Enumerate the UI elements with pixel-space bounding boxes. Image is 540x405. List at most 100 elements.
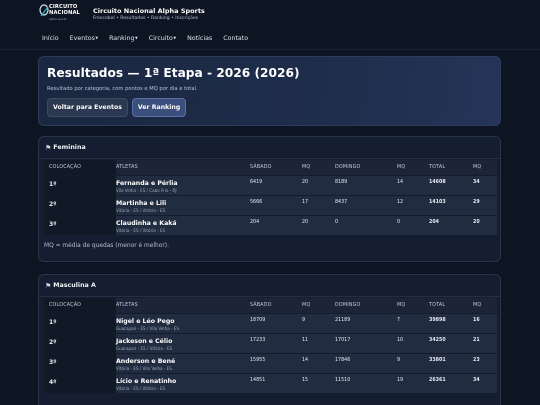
col-colocacao[interactable]: COLOCAÇÃO bbox=[44, 298, 116, 313]
team-name: Martinha e Lili bbox=[116, 199, 167, 207]
placement: 4º bbox=[44, 372, 116, 393]
team-location: Vitória - ES / Vitória - ES bbox=[116, 227, 166, 233]
nav-ranking[interactable]: Ranking▼ bbox=[109, 35, 138, 42]
category-feminina: ⚑ Feminina COLOCAÇÃO ATLETAS SÁBADO MQ D… bbox=[38, 136, 501, 262]
nav-circuito-label: Circuito bbox=[148, 35, 173, 42]
logo-text-nacional: NACIONAL bbox=[49, 9, 80, 16]
team-location: Vitória - ES / Vila Velha - ES bbox=[116, 365, 172, 371]
view-ranking-button[interactable]: Ver Ranking bbox=[131, 98, 187, 117]
hero-actions: Voltar para Eventos Ver Ranking bbox=[47, 98, 492, 117]
total-points: 26361 bbox=[429, 372, 473, 393]
saturday-mq: 14 bbox=[302, 352, 335, 373]
col-colocacao[interactable]: COLOCAÇÃO bbox=[44, 160, 116, 175]
table-row: 1º Fernanda e Pérlia Vila Velha - ES / Ca… bbox=[44, 174, 497, 195]
total-points: 204 bbox=[429, 214, 473, 235]
sunday-mq: 19 bbox=[397, 372, 429, 393]
total-points: 34250 bbox=[429, 332, 473, 353]
nav-eventos-label: Eventos bbox=[69, 35, 95, 42]
athletes-cell: Claudinha e Kaká Vitória - ES / Vitória -… bbox=[116, 214, 250, 235]
total-points: 33801 bbox=[429, 352, 473, 373]
team-name: Anderson e Bené bbox=[116, 357, 176, 365]
team-name: Fernanda e Pérlia bbox=[116, 179, 178, 187]
nav-circuito[interactable]: Circuito▼ bbox=[149, 35, 176, 42]
athletes-cell: Fernanda e Pérlia Vila Velha - ES / Cabo … bbox=[116, 174, 250, 195]
table-row: 4º Lício e Renatinho Vitória - ES / Vitór… bbox=[44, 372, 497, 393]
sunday-mq: 9 bbox=[397, 352, 429, 373]
total-mq: 20 bbox=[473, 214, 497, 235]
results-hero: Resultados — 1ª Etapa - 2026 (2026) Resu… bbox=[38, 56, 501, 126]
placement: 2º bbox=[44, 332, 116, 353]
category-header: ⚑ Masculina A bbox=[39, 275, 500, 297]
col-mq-total[interactable]: MQ bbox=[473, 298, 497, 313]
table-header-row: COLOCAÇÃO ATLETAS SÁBADO MQ DOMINGO MQ T… bbox=[44, 298, 497, 313]
col-total[interactable]: TOTAL bbox=[429, 298, 473, 313]
athletes-cell: Nigel e Léo Pego Guarapari - ES / Vila Ve… bbox=[116, 312, 250, 333]
category-title: Feminina bbox=[53, 144, 86, 151]
athletes-cell: Lício e Renatinho Vitória - ES / Vitória … bbox=[116, 372, 250, 393]
col-mq-total[interactable]: MQ bbox=[473, 160, 497, 175]
sunday-points: 8189 bbox=[335, 174, 397, 195]
saturday-mq: 11 bbox=[302, 332, 335, 353]
results-table: COLOCAÇÃO ATLETAS SÁBADO MQ DOMINGO MQ T… bbox=[44, 298, 497, 393]
table-row: 3º Anderson e Bené Vitória - ES / Vila Ve… bbox=[44, 352, 497, 373]
placement: 1º bbox=[44, 312, 116, 333]
sunday-mq: 0 bbox=[397, 214, 429, 235]
nav-eventos[interactable]: Eventos▼ bbox=[70, 35, 98, 42]
saturday-mq: 15 bbox=[302, 372, 335, 393]
site-logo[interactable]: CIRCUITO NACIONAL alpha sports bbox=[39, 4, 88, 24]
col-atletas[interactable]: ATLETAS bbox=[116, 298, 250, 313]
team-location: Vitória - ES / Vitória - ES bbox=[116, 385, 166, 391]
sunday-points: 21189 bbox=[335, 312, 397, 333]
sunday-points: 8437 bbox=[335, 194, 397, 215]
total-mq: 23 bbox=[473, 352, 497, 373]
col-mq-sabado[interactable]: MQ bbox=[302, 298, 335, 313]
total-mq: 29 bbox=[473, 194, 497, 215]
team-location: Vitória - ES / Vitória - ES bbox=[116, 207, 166, 213]
col-mq-domingo[interactable]: MQ bbox=[397, 298, 429, 313]
col-sabado[interactable]: SÁBADO bbox=[250, 298, 302, 313]
team-location: Vila Velha - ES / Cabo Frio - RJ bbox=[116, 187, 177, 193]
athletes-cell: Martinha e Lili Vitória - ES / Vitória - … bbox=[116, 194, 250, 215]
nav-contato[interactable]: Contato bbox=[223, 35, 248, 42]
team-location: Guarapari - ES / Vitória - ES bbox=[116, 345, 173, 351]
placement: 2º bbox=[44, 194, 116, 215]
col-sabado[interactable]: SÁBADO bbox=[250, 160, 302, 175]
nav-noticias[interactable]: Notícias bbox=[187, 35, 212, 42]
table-header-row: COLOCAÇÃO ATLETAS SÁBADO MQ DOMINGO MQ T… bbox=[44, 160, 497, 175]
col-domingo[interactable]: DOMINGO bbox=[335, 160, 397, 175]
placement: 1º bbox=[44, 174, 116, 195]
total-mq: 34 bbox=[473, 174, 497, 195]
nav-ranking-label: Ranking bbox=[109, 35, 135, 42]
page-title: Resultados — 1ª Etapa - 2026 (2026) bbox=[47, 66, 300, 80]
flag-icon: ⚑ bbox=[45, 281, 52, 290]
brand-title: Circuito Nacional Alpha Sports bbox=[93, 7, 205, 15]
sunday-points: 0 bbox=[335, 214, 397, 235]
sunday-points: 17017 bbox=[335, 332, 397, 353]
total-points: 39898 bbox=[429, 312, 473, 333]
brand-subtitle: Frescobol • Resultados • Ranking • Inscr… bbox=[93, 16, 199, 21]
total-points: 14103 bbox=[429, 194, 473, 215]
mq-footnote: MQ = média de quedas (menor é melhor). bbox=[44, 243, 169, 249]
back-to-events-button[interactable]: Voltar para Eventos bbox=[47, 98, 128, 117]
table-row: 2º Martinha e Lili Vitória - ES / Vitória… bbox=[44, 194, 497, 215]
page-description: Resultado por categoria, com pontos e MQ… bbox=[47, 86, 198, 92]
logo-subtext: alpha sports bbox=[49, 17, 67, 21]
main-nav: Início Eventos▼ Ranking▼ Circuito▼ Notíc… bbox=[0, 28, 540, 50]
nav-inicio[interactable]: Início bbox=[42, 35, 59, 42]
total-mq: 16 bbox=[473, 312, 497, 333]
saturday-mq: 17 bbox=[302, 194, 335, 215]
team-name: Jackeson e Célio bbox=[116, 337, 173, 345]
category-title: Masculina A bbox=[53, 282, 96, 289]
team-name: Claudinha e Kaká bbox=[116, 219, 177, 227]
col-mq-domingo[interactable]: MQ bbox=[397, 160, 429, 175]
table-row: 3º Claudinha e Kaká Vitória - ES / Vitóri… bbox=[44, 214, 497, 235]
category-header: ⚑ Feminina bbox=[39, 137, 500, 159]
col-domingo[interactable]: DOMINGO bbox=[335, 298, 397, 313]
col-atletas[interactable]: ATLETAS bbox=[116, 160, 250, 175]
col-total[interactable]: TOTAL bbox=[429, 160, 473, 175]
category-masculina-a: ⚑ Masculina A COLOCAÇÃO ATLETAS SÁBADO M… bbox=[38, 274, 501, 405]
results-table: COLOCAÇÃO ATLETAS SÁBADO MQ DOMINGO MQ T… bbox=[44, 160, 497, 235]
flag-icon: ⚑ bbox=[45, 143, 52, 152]
saturday-points: 5666 bbox=[250, 194, 302, 215]
col-mq-sabado[interactable]: MQ bbox=[302, 160, 335, 175]
